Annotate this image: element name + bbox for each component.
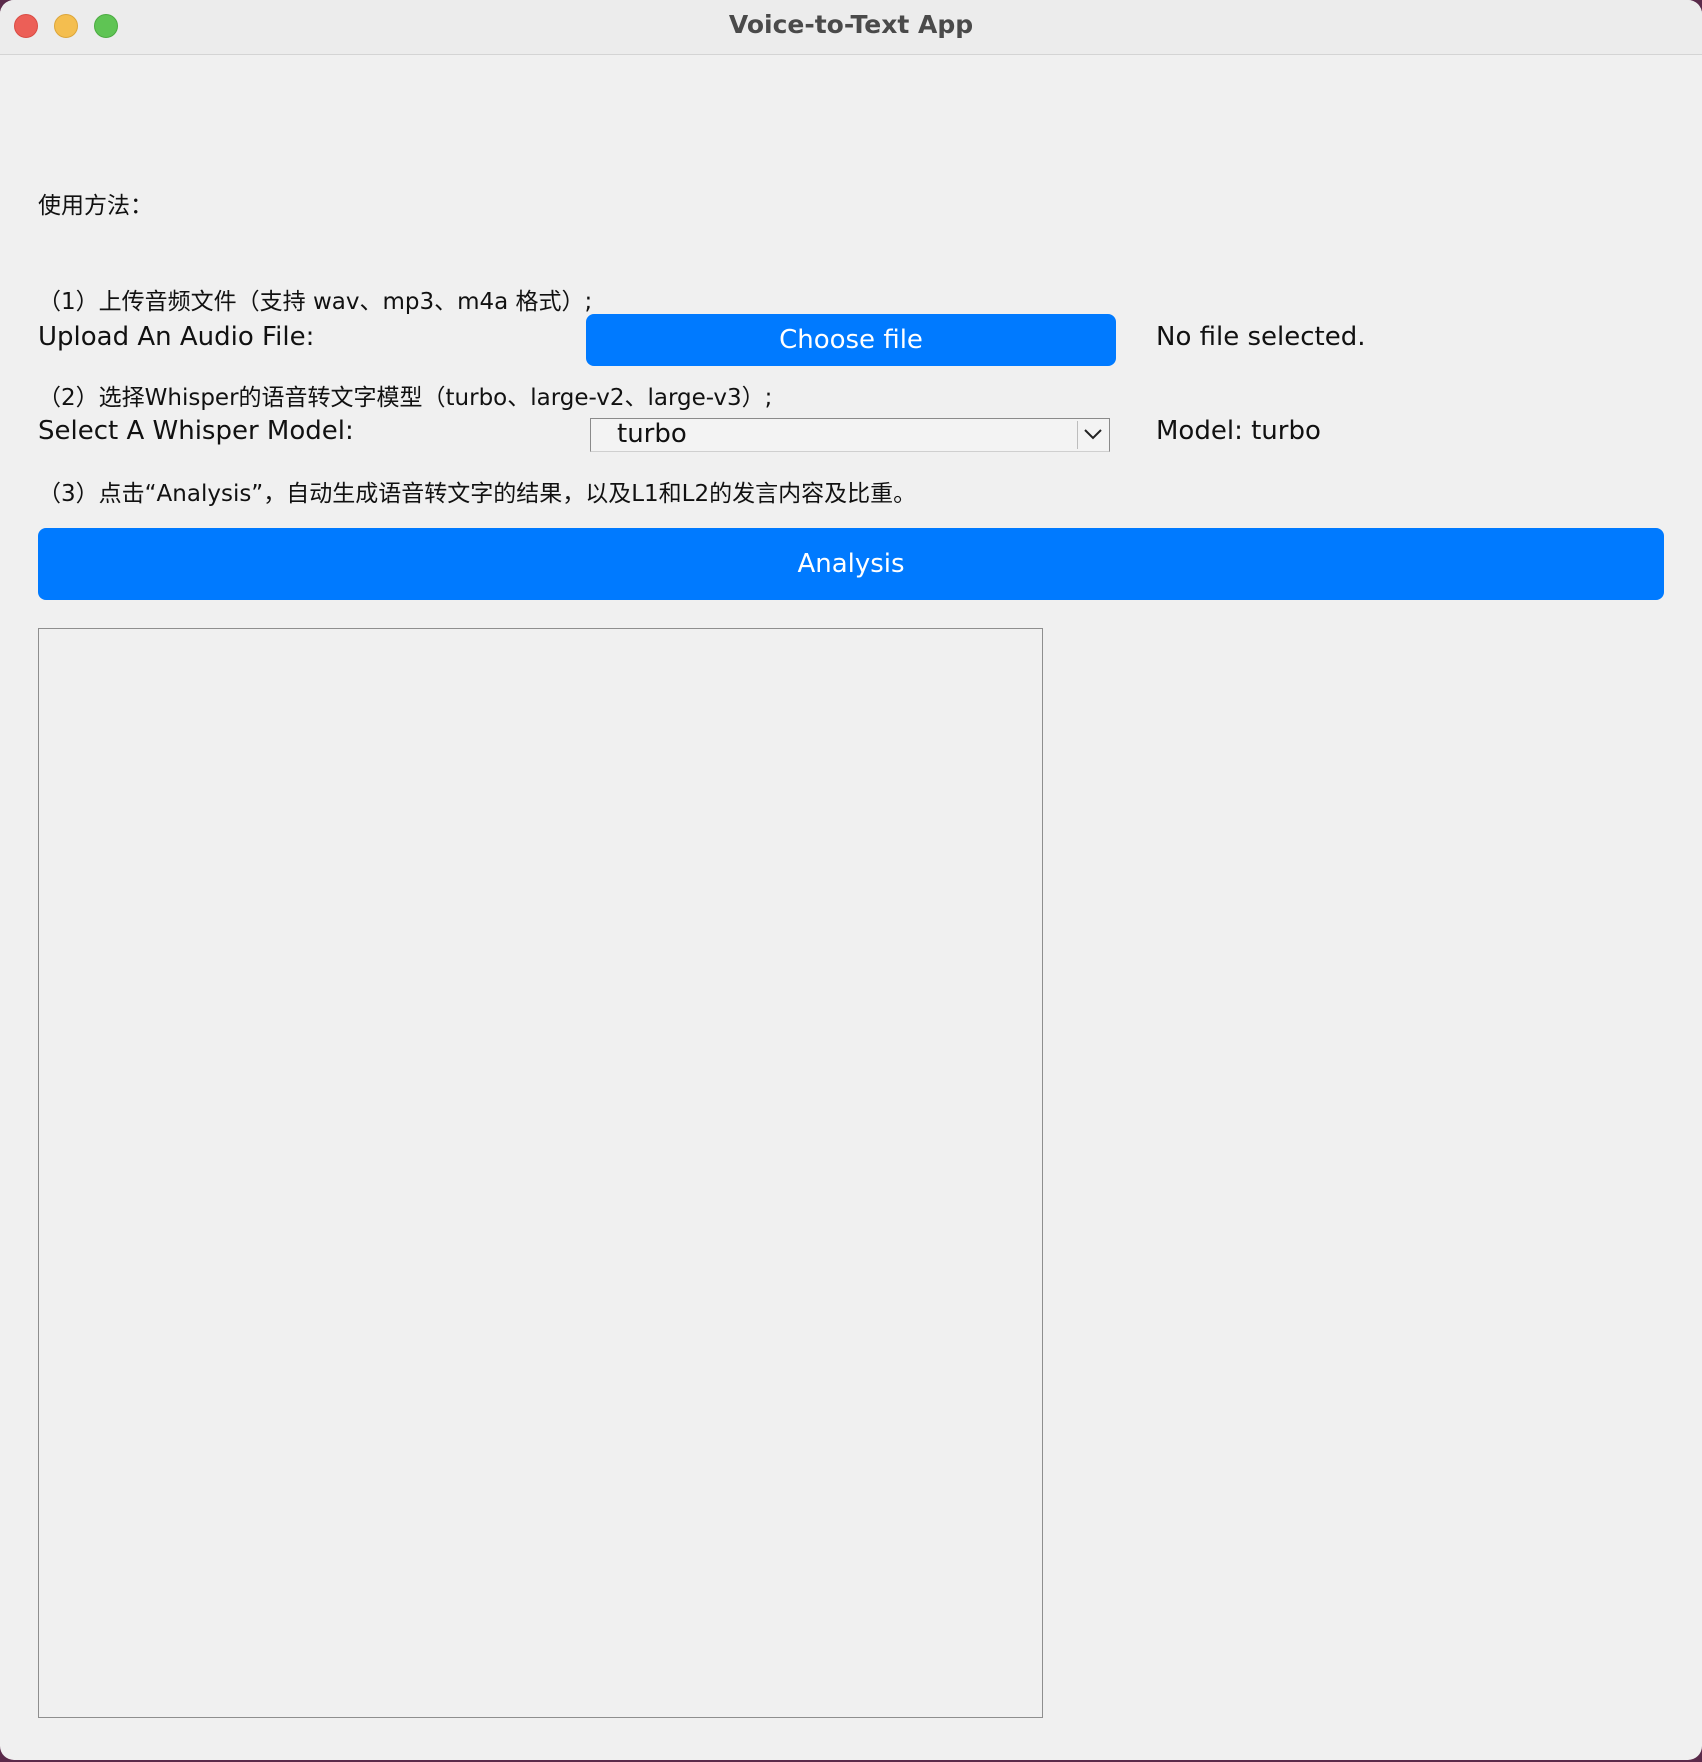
results-output-area[interactable] [38, 628, 1043, 1718]
instruction-step-3: （3）点击“Analysis”，自动生成语音转文字的结果，以及L1和L2的发言内… [38, 481, 917, 507]
model-select-value: turbo [617, 419, 687, 449]
model-label: Select A Whisper Model: [38, 416, 354, 446]
choose-file-button[interactable]: Choose file [586, 314, 1116, 366]
upload-label: Upload An Audio File: [38, 322, 315, 352]
instruction-step-2: （2）选择Whisper的语音转文字模型（turbo、large-v2、larg… [38, 385, 773, 411]
app-window: Voice-to-Text App 使用方法： （1）上传音频文件（支持 wav… [0, 0, 1702, 1760]
model-status-text: Model: turbo [1156, 416, 1321, 446]
model-select[interactable]: turbo [590, 418, 1110, 452]
file-status-text: No file selected. [1156, 322, 1366, 352]
instructions-heading: 使用方法： [38, 193, 153, 219]
window-title: Voice-to-Text App [728, 10, 974, 39]
title-bar: Voice-to-Text App [0, 0, 1702, 55]
analysis-button[interactable]: Analysis [38, 528, 1664, 600]
chevron-down-icon[interactable] [1077, 421, 1107, 449]
